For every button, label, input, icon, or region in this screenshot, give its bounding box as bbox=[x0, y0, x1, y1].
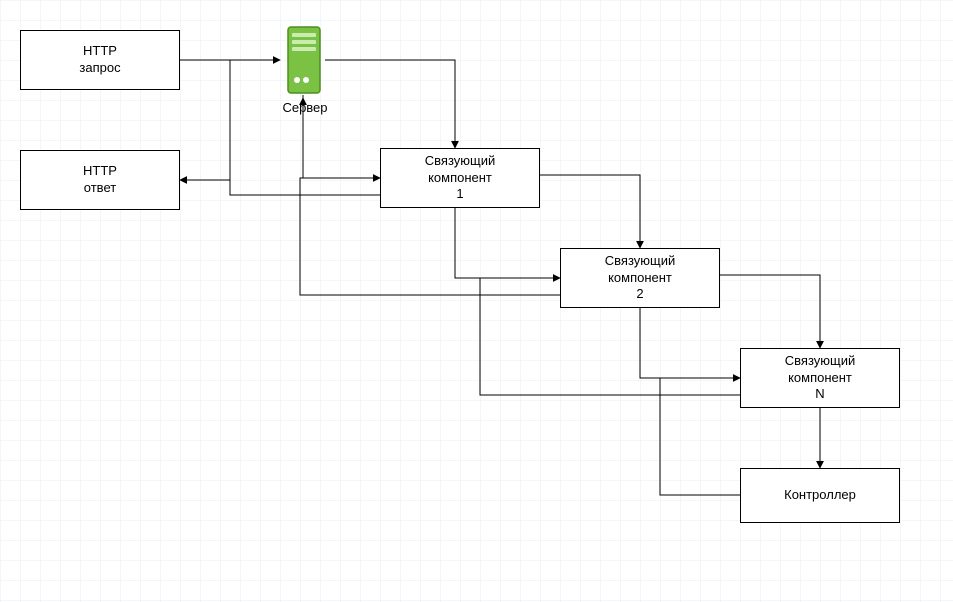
node-label: Контроллер bbox=[784, 487, 856, 504]
node-http-response: HTTPответ bbox=[20, 150, 180, 210]
node-label: HTTPответ bbox=[83, 163, 117, 197]
server-icon bbox=[282, 25, 326, 95]
node-controller: Контроллер bbox=[740, 468, 900, 523]
node-label: HTTPзапрос bbox=[79, 43, 120, 77]
node-http-request: HTTPзапрос bbox=[20, 30, 180, 90]
label-text: Сервер bbox=[282, 100, 327, 115]
server-label: Сервер bbox=[275, 100, 335, 115]
node-label: Связующийкомпонент2 bbox=[605, 253, 675, 304]
architecture-diagram: HTTPзапрос HTTPответ Сервер Связующийком… bbox=[0, 0, 953, 602]
node-label: СвязующийкомпонентN bbox=[785, 353, 855, 404]
node-middleware-1: Связующийкомпонент1 bbox=[380, 148, 540, 208]
node-middleware-n: СвязующийкомпонентN bbox=[740, 348, 900, 408]
node-middleware-2: Связующийкомпонент2 bbox=[560, 248, 720, 308]
node-label: Связующийкомпонент1 bbox=[425, 153, 495, 204]
